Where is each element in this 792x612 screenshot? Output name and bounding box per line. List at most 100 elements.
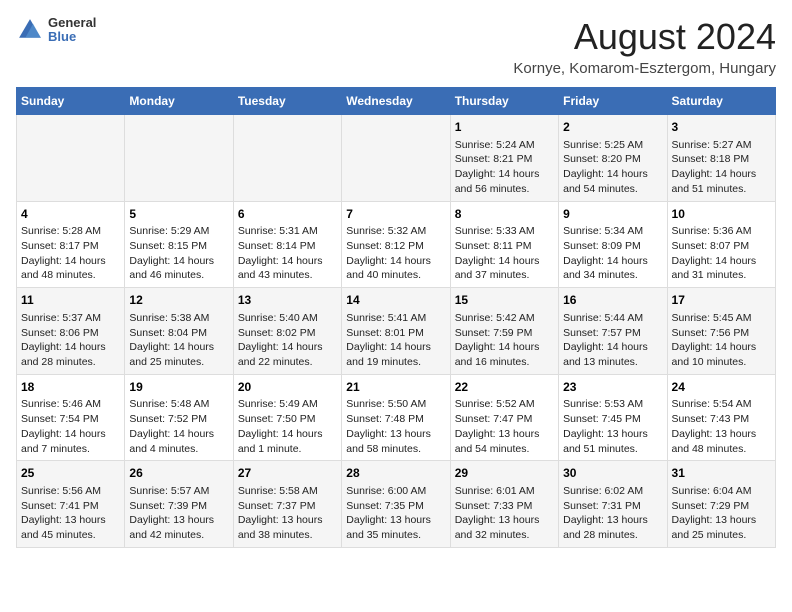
calendar-cell: 13Sunrise: 5:40 AM Sunset: 8:02 PM Dayli… xyxy=(233,288,341,375)
cell-content: Sunrise: 5:58 AM Sunset: 7:37 PM Dayligh… xyxy=(238,484,337,543)
day-number: 19 xyxy=(129,379,228,396)
calendar-cell: 31Sunrise: 6:04 AM Sunset: 7:29 PM Dayli… xyxy=(667,461,775,548)
cell-content: Sunrise: 5:27 AM Sunset: 8:18 PM Dayligh… xyxy=(672,138,771,197)
calendar-cell: 18Sunrise: 5:46 AM Sunset: 7:54 PM Dayli… xyxy=(17,374,125,461)
calendar-cell xyxy=(17,115,125,202)
day-number: 6 xyxy=(238,206,337,223)
day-number: 22 xyxy=(455,379,554,396)
cell-content: Sunrise: 5:57 AM Sunset: 7:39 PM Dayligh… xyxy=(129,484,228,543)
header-cell-tuesday: Tuesday xyxy=(233,88,341,115)
cell-content: Sunrise: 5:28 AM Sunset: 8:17 PM Dayligh… xyxy=(21,224,120,283)
calendar-cell: 11 Sunrise: 5:37 AM Sunset: 8:06 PM Dayli… xyxy=(17,288,125,375)
calendar-cell: 9Sunrise: 5:34 AM Sunset: 8:09 PM Daylig… xyxy=(559,201,667,288)
cell-content: Sunrise: 5:34 AM Sunset: 8:09 PM Dayligh… xyxy=(563,224,662,283)
day-number: 10 xyxy=(672,206,771,223)
day-number: 5 xyxy=(129,206,228,223)
day-number: 31 xyxy=(672,465,771,482)
day-number: 28 xyxy=(346,465,445,482)
cell-content: Sunrise: 5:40 AM Sunset: 8:02 PM Dayligh… xyxy=(238,311,337,370)
week-row-1: 1 Sunrise: 5:24 AM Sunset: 8:21 PM Daylig… xyxy=(17,115,776,202)
cell-content: Sunrise: 5:44 AM Sunset: 7:57 PM Dayligh… xyxy=(563,311,662,370)
cell-content: Sunrise: 5:32 AM Sunset: 8:12 PM Dayligh… xyxy=(346,224,445,283)
day-number: 29 xyxy=(455,465,554,482)
day-number: 3 xyxy=(672,119,771,136)
cell-content: Sunrise: 5:48 AM Sunset: 7:52 PM Dayligh… xyxy=(129,397,228,456)
cell-content: Sunrise: 5:54 AM Sunset: 7:43 PM Dayligh… xyxy=(672,397,771,456)
cell-content: Sunrise: 5:24 AM Sunset: 8:21 PM Dayligh… xyxy=(455,138,554,197)
cell-content: Sunrise: 5:52 AM Sunset: 7:47 PM Dayligh… xyxy=(455,397,554,456)
day-number: 15 xyxy=(455,292,554,309)
calendar-cell: 24Sunrise: 5:54 AM Sunset: 7:43 PM Dayli… xyxy=(667,374,775,461)
day-number: 2 xyxy=(563,119,662,136)
day-number: 17 xyxy=(672,292,771,309)
day-number: 1 xyxy=(455,119,554,136)
day-number: 16 xyxy=(563,292,662,309)
main-title: August 2024 xyxy=(513,16,776,58)
logo: General Blue xyxy=(16,16,96,45)
cell-content: Sunrise: 6:02 AM Sunset: 7:31 PM Dayligh… xyxy=(563,484,662,543)
calendar-cell: 10Sunrise: 5:36 AM Sunset: 8:07 PM Dayli… xyxy=(667,201,775,288)
header-cell-saturday: Saturday xyxy=(667,88,775,115)
day-number: 26 xyxy=(129,465,228,482)
cell-content: Sunrise: 5:46 AM Sunset: 7:54 PM Dayligh… xyxy=(21,397,120,456)
day-number: 18 xyxy=(21,379,120,396)
calendar-cell: 2 Sunrise: 5:25 AM Sunset: 8:20 PM Daylig… xyxy=(559,115,667,202)
cell-content: Sunrise: 5:25 AM Sunset: 8:20 PM Dayligh… xyxy=(563,138,662,197)
logo-line1: General xyxy=(48,16,96,30)
cell-content: Sunrise: 5:41 AM Sunset: 8:01 PM Dayligh… xyxy=(346,311,445,370)
calendar-body: 1 Sunrise: 5:24 AM Sunset: 8:21 PM Daylig… xyxy=(17,115,776,548)
cell-content: Sunrise: 6:00 AM Sunset: 7:35 PM Dayligh… xyxy=(346,484,445,543)
day-number: 14 xyxy=(346,292,445,309)
cell-content: Sunrise: 5:45 AM Sunset: 7:56 PM Dayligh… xyxy=(672,311,771,370)
calendar-cell: 6Sunrise: 5:31 AM Sunset: 8:14 PM Daylig… xyxy=(233,201,341,288)
header-cell-monday: Monday xyxy=(125,88,233,115)
cell-content: Sunrise: 5:31 AM Sunset: 8:14 PM Dayligh… xyxy=(238,224,337,283)
cell-content: Sunrise: 5:49 AM Sunset: 7:50 PM Dayligh… xyxy=(238,397,337,456)
calendar-cell: 19Sunrise: 5:48 AM Sunset: 7:52 PM Dayli… xyxy=(125,374,233,461)
calendar-cell: 15Sunrise: 5:42 AM Sunset: 7:59 PM Dayli… xyxy=(450,288,558,375)
day-number: 7 xyxy=(346,206,445,223)
calendar-cell xyxy=(125,115,233,202)
cell-content: Sunrise: 5:50 AM Sunset: 7:48 PM Dayligh… xyxy=(346,397,445,456)
day-number: 30 xyxy=(563,465,662,482)
calendar-cell: 5Sunrise: 5:29 AM Sunset: 8:15 PM Daylig… xyxy=(125,201,233,288)
calendar-cell: 26 Sunrise: 5:57 AM Sunset: 7:39 PM Dayli… xyxy=(125,461,233,548)
header-cell-sunday: Sunday xyxy=(17,88,125,115)
title-block: August 2024 Kornye, Komarom-Esztergom, H… xyxy=(513,16,776,77)
day-number: 9 xyxy=(563,206,662,223)
week-row-5: 25Sunrise: 5:56 AM Sunset: 7:41 PM Dayli… xyxy=(17,461,776,548)
calendar-cell: 22Sunrise: 5:52 AM Sunset: 7:47 PM Dayli… xyxy=(450,374,558,461)
week-row-2: 4Sunrise: 5:28 AM Sunset: 8:17 PM Daylig… xyxy=(17,201,776,288)
header-cell-thursday: Thursday xyxy=(450,88,558,115)
cell-content: Sunrise: 5:29 AM Sunset: 8:15 PM Dayligh… xyxy=(129,224,228,283)
logo-text: General Blue xyxy=(48,16,96,45)
calendar-cell: 7Sunrise: 5:32 AM Sunset: 8:12 PM Daylig… xyxy=(342,201,450,288)
calendar-cell xyxy=(342,115,450,202)
cell-content: Sunrise: 5:38 AM Sunset: 8:04 PM Dayligh… xyxy=(129,311,228,370)
cell-content: Sunrise: 5:33 AM Sunset: 8:11 PM Dayligh… xyxy=(455,224,554,283)
calendar-cell: 27 Sunrise: 5:58 AM Sunset: 7:37 PM Dayli… xyxy=(233,461,341,548)
cell-content: Sunrise: 5:36 AM Sunset: 8:07 PM Dayligh… xyxy=(672,224,771,283)
calendar-cell: 20Sunrise: 5:49 AM Sunset: 7:50 PM Dayli… xyxy=(233,374,341,461)
week-row-4: 18Sunrise: 5:46 AM Sunset: 7:54 PM Dayli… xyxy=(17,374,776,461)
calendar-cell: 25Sunrise: 5:56 AM Sunset: 7:41 PM Dayli… xyxy=(17,461,125,548)
day-number: 8 xyxy=(455,206,554,223)
day-number: 12 xyxy=(129,292,228,309)
calendar-cell: 12 Sunrise: 5:38 AM Sunset: 8:04 PM Dayli… xyxy=(125,288,233,375)
calendar-cell: 21Sunrise: 5:50 AM Sunset: 7:48 PM Dayli… xyxy=(342,374,450,461)
calendar-cell: 28 Sunrise: 6:00 AM Sunset: 7:35 PM Dayli… xyxy=(342,461,450,548)
day-number: 27 xyxy=(238,465,337,482)
cell-content: Sunrise: 5:53 AM Sunset: 7:45 PM Dayligh… xyxy=(563,397,662,456)
subtitle: Kornye, Komarom-Esztergom, Hungary xyxy=(513,60,776,77)
day-number: 11 xyxy=(21,292,120,309)
calendar-header: SundayMondayTuesdayWednesdayThursdayFrid… xyxy=(17,88,776,115)
header-cell-friday: Friday xyxy=(559,88,667,115)
calendar-table: SundayMondayTuesdayWednesdayThursdayFrid… xyxy=(16,87,776,548)
cell-content: Sunrise: 5:37 AM Sunset: 8:06 PM Dayligh… xyxy=(21,311,120,370)
day-number: 21 xyxy=(346,379,445,396)
calendar-cell: 1 Sunrise: 5:24 AM Sunset: 8:21 PM Daylig… xyxy=(450,115,558,202)
logo-icon xyxy=(16,16,44,44)
calendar-cell: 14 Sunrise: 5:41 AM Sunset: 8:01 PM Dayli… xyxy=(342,288,450,375)
day-number: 23 xyxy=(563,379,662,396)
day-number: 25 xyxy=(21,465,120,482)
